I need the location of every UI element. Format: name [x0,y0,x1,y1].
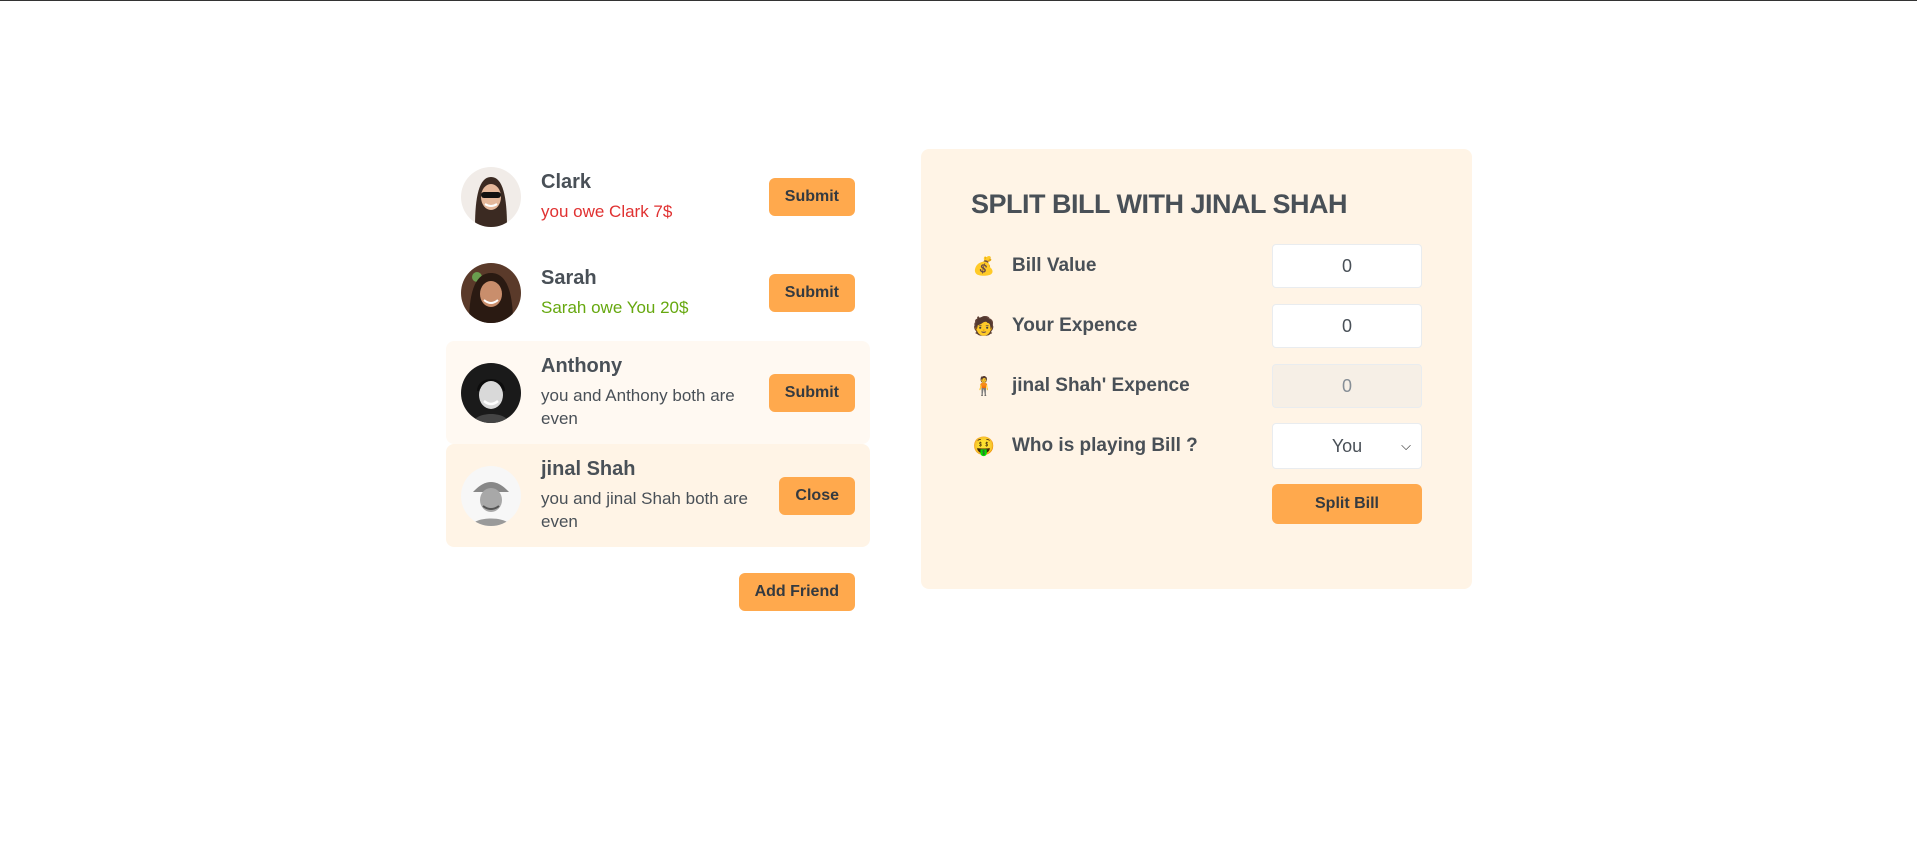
payer-row: 🤑 Who is playing Bill ? You ⌵ [971,423,1422,469]
payer-label: Who is playing Bill ? [1012,435,1198,456]
friend-name: Sarah [541,267,597,289]
money-face-icon: 🤑 [972,435,996,456]
chevron-down-icon: ⌵ [1401,438,1411,453]
friend-name: jinal Shah [541,458,636,480]
bill-value-input[interactable] [1272,244,1422,288]
friend-item-jinal-shah: jinal Shah you and jinal Shah both are e… [446,444,870,547]
close-friend-button[interactable]: Close [779,476,855,515]
avatar [461,362,521,423]
select-friend-button[interactable]: Submit [768,274,855,312]
avatar [461,263,521,323]
standing-person-icon: 🧍 [972,375,996,396]
person-icon: 🧑 [972,315,996,336]
payer-select-value: You [1331,435,1363,456]
friend-balance: you owe Clark 7$ [541,202,673,221]
split-bill-button[interactable]: Split Bill [1272,484,1422,524]
friend-name: Anthony [541,355,623,377]
friend-balance: you and Anthony both are even [541,386,735,428]
add-friend-button[interactable]: Add Friend [738,573,855,611]
split-bill-form: Split bill with jinal Shah 💰 Bill Value … [921,149,1472,589]
friend-expense-row: 🧍 jinal Shah' Expence [971,364,1422,408]
friends-sidebar: Clark you owe Clark 7$ Submit Sarah Sara… [446,149,870,611]
friend-item-anthony: Anthony you and Anthony both are even Su… [446,341,870,444]
bill-value-row: 💰 Bill Value [971,244,1422,288]
select-friend-button[interactable]: Submit [768,178,855,216]
friend-item-clark: Clark you owe Clark 7$ Submit [446,149,870,245]
friend-balance: you and jinal Shah both are even [541,489,748,531]
your-expense-label: Your Expence [1012,315,1138,336]
app: Clark you owe Clark 7$ Submit Sarah Sara… [446,149,1472,611]
avatar [461,167,521,227]
money-bag-icon: 💰 [972,255,996,276]
your-expense-row: 🧑 Your Expence [971,304,1422,348]
select-friend-button[interactable]: Submit [768,373,855,412]
avatar [461,465,521,526]
friend-balance: Sarah owe You 20$ [541,298,689,317]
your-expense-input[interactable] [1272,304,1422,348]
friend-item-sarah: Sarah Sarah owe You 20$ Submit [446,245,870,341]
bill-value-label: Bill Value [1012,255,1097,276]
friend-name: Clark [541,171,592,193]
form-title: Split bill with jinal Shah [971,189,1348,219]
friend-expense-label: jinal Shah' Expence [1012,375,1190,396]
friend-expense-input [1272,364,1422,408]
payer-select[interactable]: You ⌵ [1272,423,1422,469]
